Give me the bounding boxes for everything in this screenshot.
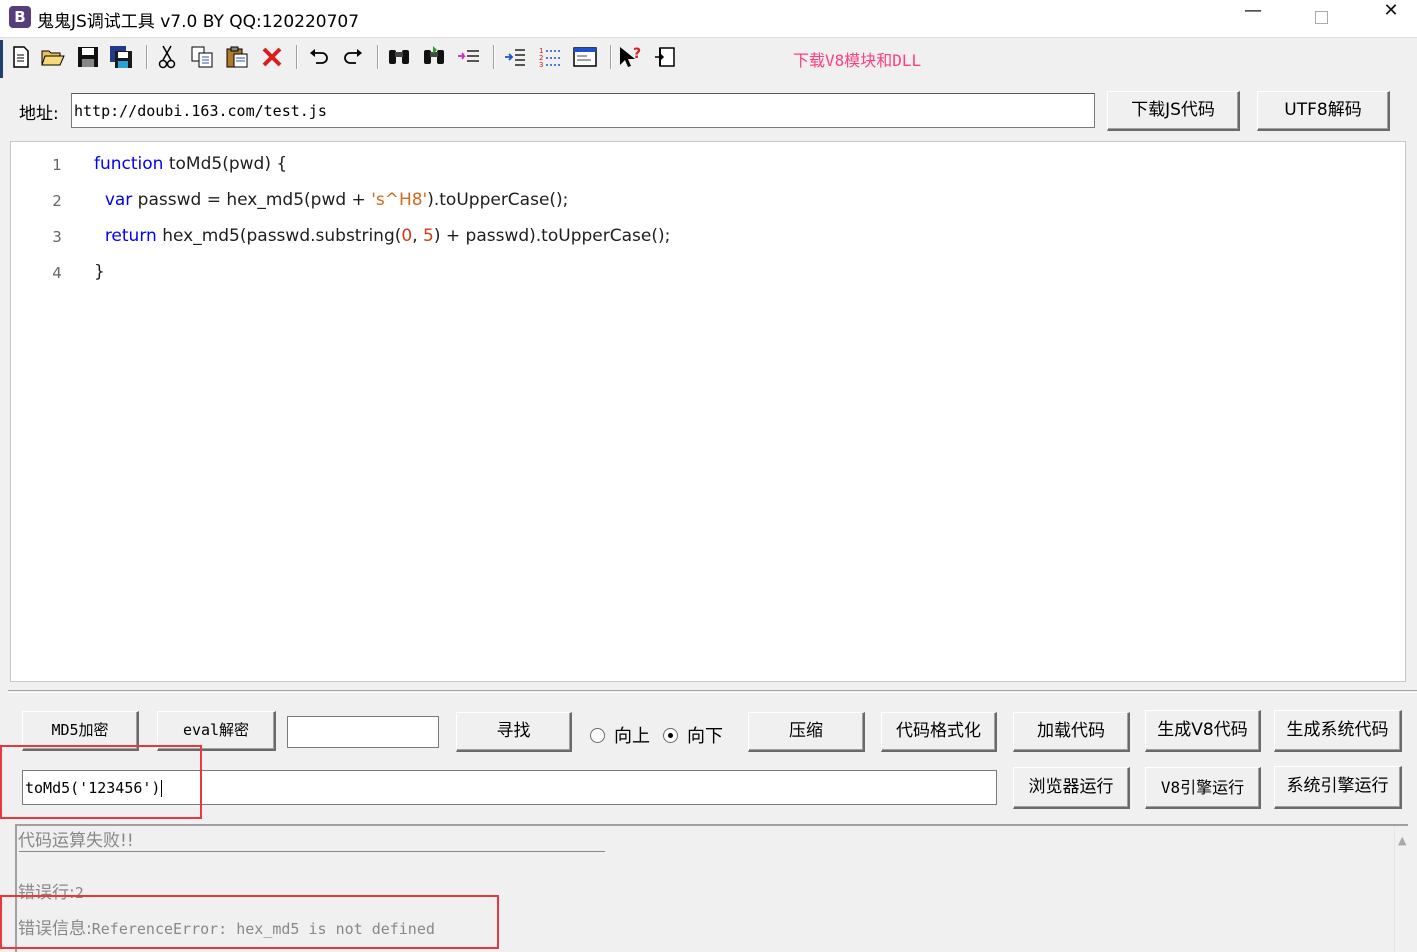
- toolbar-separator: [296, 45, 298, 69]
- code-token: 5: [423, 226, 434, 246]
- v8-engine-run-button[interactable]: V8引擎运行: [1145, 767, 1261, 809]
- radio-down-indicator: [663, 727, 678, 743]
- toolbar-separator: [610, 45, 612, 69]
- scroll-up-arrow-icon[interactable]: ▲: [1398, 834, 1406, 847]
- code-token: ,: [412, 226, 424, 246]
- line-number: 2: [52, 192, 62, 210]
- code-text: var passwd = hex_md5(pwd + 's^H8').toUpp…: [94, 190, 569, 210]
- toolbar: 123 ? 下载V8模块和DLL: [0, 39, 1417, 75]
- code-text: return hex_md5(passwd.substring(0, 5) + …: [94, 226, 671, 246]
- code-token: 's^H8': [371, 190, 428, 210]
- undo-icon[interactable]: [306, 44, 332, 70]
- maximize-icon: [1314, 11, 1328, 24]
- close-button[interactable]: ✕: [1368, 0, 1414, 36]
- code-token: ) + passwd).toUpperCase();: [433, 226, 671, 246]
- help-cursor-icon[interactable]: ?: [618, 44, 644, 70]
- address-label: 地址:: [19, 104, 59, 124]
- code-token: function: [94, 154, 164, 174]
- line-number: 3: [52, 228, 62, 246]
- format-code-button[interactable]: 代码格式化: [881, 712, 997, 752]
- code-token: passwd = hex_md5(pwd +: [132, 190, 372, 210]
- browser-run-button[interactable]: 浏览器运行: [1013, 767, 1130, 809]
- code-text: function toMd5(pwd) {: [94, 154, 287, 174]
- code-token: hex_md5(passwd.substring(: [156, 226, 402, 246]
- replace-icon[interactable]: [456, 44, 482, 70]
- minimize-button[interactable]: —: [1230, 0, 1276, 36]
- output-status: 代码运算失败!!: [18, 831, 134, 851]
- generate-system-code-button[interactable]: 生成系统代码: [1274, 710, 1402, 752]
- save-icon[interactable]: [75, 44, 101, 70]
- window-title: 鬼鬼JS调试工具 v7.0 BY QQ:120220707: [37, 12, 360, 32]
- toolbar-separator: [146, 45, 148, 69]
- save-all-icon[interactable]: [108, 44, 134, 70]
- toolbar-separator: [493, 45, 495, 69]
- output-scrollbar[interactable]: ▲: [1394, 826, 1410, 952]
- address-input[interactable]: http://doubi.163.com/test.js: [71, 93, 1095, 128]
- highlight-box-command: [0, 745, 202, 819]
- code-editor[interactable]: 1 function toMd5(pwd) { 2 var passwd = hex…: [10, 141, 1406, 682]
- code-line: 4}: [11, 261, 1405, 297]
- numbered-list-icon[interactable]: 123: [537, 44, 563, 70]
- radio-down-label: 向下: [687, 726, 723, 747]
- radio-up[interactable]: 向上: [590, 722, 650, 748]
- window-edge-decoration: [0, 40, 3, 78]
- app-logo-icon: B: [9, 6, 31, 28]
- radio-down[interactable]: 向下: [663, 722, 723, 748]
- paste-icon[interactable]: [224, 44, 250, 70]
- download-js-button[interactable]: 下载JS代码: [1107, 91, 1240, 131]
- load-code-button[interactable]: 加载代码: [1013, 712, 1130, 752]
- generate-v8-code-button[interactable]: 生成V8代码: [1145, 710, 1261, 752]
- radio-up-indicator: [590, 727, 605, 743]
- new-file-icon[interactable]: [8, 44, 34, 70]
- code-token: return: [104, 226, 157, 246]
- download-v8-link[interactable]: 下载V8模块和DLL: [793, 47, 921, 71]
- radio-up-label: 向上: [614, 726, 650, 747]
- code-token: toMd5(pwd) {: [163, 154, 288, 174]
- output-divider: [19, 851, 605, 852]
- line-number: 4: [52, 264, 62, 282]
- compress-button[interactable]: 压缩: [748, 712, 865, 752]
- toolbar-separator: [377, 45, 379, 69]
- find-next-icon[interactable]: [421, 44, 447, 70]
- delete-icon[interactable]: [259, 44, 285, 70]
- utf8-decode-button[interactable]: UTF8解码: [1257, 91, 1390, 131]
- copy-icon[interactable]: [189, 44, 215, 70]
- code-token: ).toUpperCase();: [427, 190, 569, 210]
- redo-icon[interactable]: [340, 44, 366, 70]
- open-folder-icon[interactable]: [40, 44, 66, 70]
- indent-icon[interactable]: [502, 44, 528, 70]
- code-line: 1 function toMd5(pwd) {: [11, 153, 1405, 189]
- svg-text:3: 3: [539, 61, 543, 68]
- code-token: var: [104, 190, 133, 210]
- find-button[interactable]: 寻找: [456, 712, 572, 752]
- panel-toggle-icon[interactable]: [652, 44, 678, 70]
- svg-text:?: ?: [633, 46, 641, 62]
- cut-icon[interactable]: [154, 44, 180, 70]
- title-bar: B 鬼鬼JS调试工具 v7.0 BY QQ:120220707 — ✕: [0, 0, 1417, 38]
- code-line: 3 return hex_md5(passwd.substring(0, 5) …: [11, 225, 1405, 261]
- maximize-button[interactable]: [1298, 0, 1344, 36]
- line-number: 1: [52, 156, 62, 174]
- code-line: 2 var passwd = hex_md5(pwd + 's^H8').toU…: [11, 189, 1405, 225]
- code-token: 0: [401, 226, 413, 246]
- browser-window-icon[interactable]: [572, 44, 598, 70]
- code-text: }: [94, 262, 105, 282]
- search-input[interactable]: [287, 716, 439, 748]
- system-engine-run-button[interactable]: 系统引擎运行: [1274, 766, 1402, 809]
- panel-divider[interactable]: [8, 690, 1417, 693]
- find-icon[interactable]: [386, 44, 412, 70]
- highlight-box-error: [0, 895, 499, 949]
- code-token: }: [94, 262, 105, 282]
